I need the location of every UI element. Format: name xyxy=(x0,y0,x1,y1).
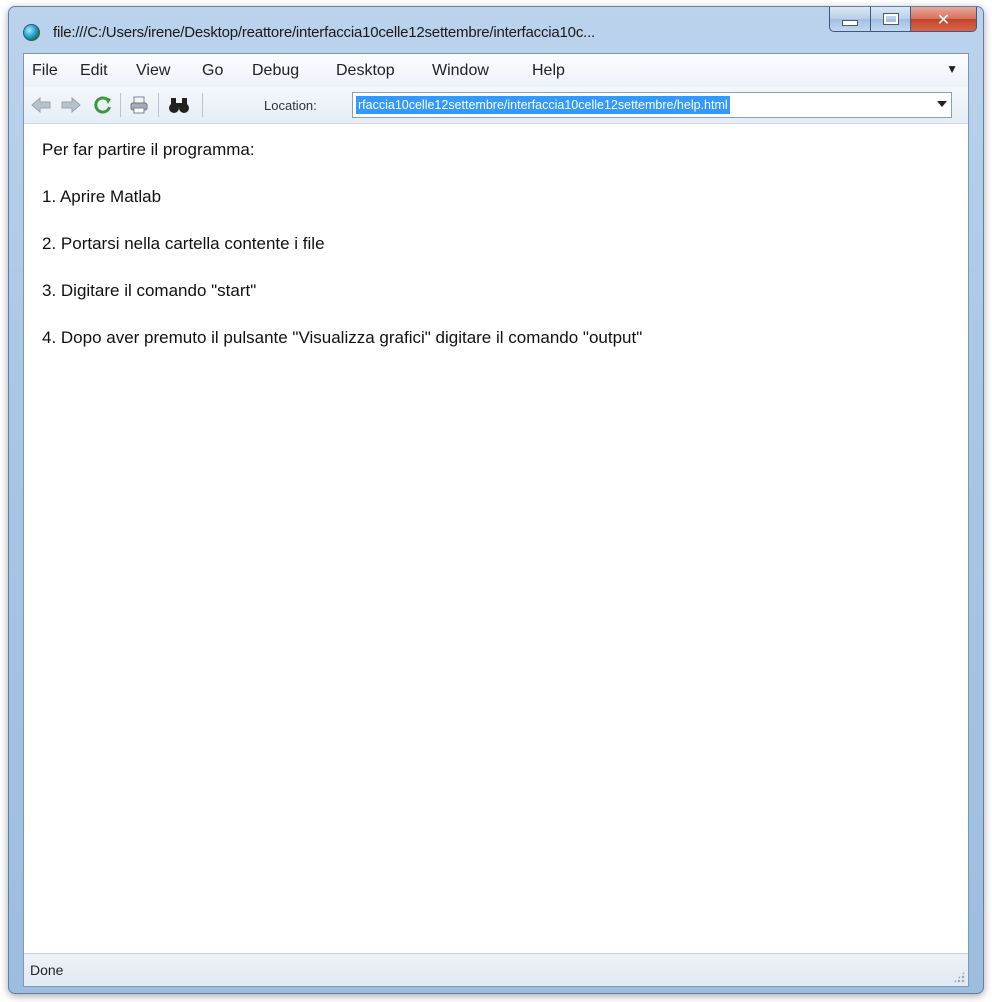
menu-file[interactable]: File xyxy=(32,62,58,80)
forward-arrow-icon xyxy=(61,97,81,113)
close-button[interactable]: ✕ xyxy=(911,7,977,32)
resize-grip-icon[interactable] xyxy=(953,971,965,983)
browser-window: file:///C:/Users/irene/Desktop/reattore/… xyxy=(8,6,984,994)
maximize-icon xyxy=(882,13,899,25)
back-arrow-icon xyxy=(31,97,51,113)
globe-icon xyxy=(23,24,40,41)
maximize-button[interactable] xyxy=(871,7,911,32)
refresh-button[interactable] xyxy=(92,95,114,115)
location-input[interactable]: rfaccia10celle12settembre/interfaccia10c… xyxy=(352,92,952,118)
chevron-down-icon[interactable] xyxy=(937,101,947,107)
menu-view[interactable]: View xyxy=(136,62,170,80)
window-title: file:///C:/Users/irene/Desktop/reattore/… xyxy=(53,24,596,41)
step-1: 1. Aprire Matlab xyxy=(42,187,162,206)
back-button[interactable] xyxy=(30,95,52,115)
title-bar[interactable]: file:///C:/Users/irene/Desktop/reattore/… xyxy=(9,7,983,53)
menu-desktop[interactable]: Desktop xyxy=(336,62,395,80)
menu-go[interactable]: Go xyxy=(202,62,223,80)
print-button[interactable] xyxy=(128,95,150,115)
menu-edit[interactable]: Edit xyxy=(80,62,108,80)
step-4: 4. Dopo aver premuto il pulsante "Visual… xyxy=(42,328,643,347)
client-area: File Edit View Go Debug Desktop Window H… xyxy=(23,53,969,987)
forward-button[interactable] xyxy=(60,95,82,115)
status-text: Done xyxy=(30,962,64,978)
refresh-icon xyxy=(94,96,111,114)
menu-debug[interactable]: Debug xyxy=(252,62,299,80)
help-content: Per far partire il programma: 1. Aprire … xyxy=(24,124,968,954)
location-url[interactable]: rfaccia10celle12settembre/interfaccia10c… xyxy=(356,96,730,114)
print-icon xyxy=(130,96,148,114)
toolbar-separator xyxy=(158,93,159,117)
step-2: 2. Portarsi nella cartella contente i fi… xyxy=(42,234,325,253)
minimize-button[interactable] xyxy=(829,7,871,32)
caption-buttons: ✕ xyxy=(829,7,977,33)
find-button[interactable] xyxy=(168,95,190,115)
minimize-icon xyxy=(842,19,858,26)
menu-window[interactable]: Window xyxy=(432,62,489,80)
toolbar: Location: rfaccia10celle12settembre/inte… xyxy=(24,87,968,124)
step-3: 3. Digitare il comando "start" xyxy=(42,281,257,300)
toolbar-separator xyxy=(120,93,121,117)
menu-bar: File Edit View Go Debug Desktop Window H… xyxy=(24,54,968,88)
status-bar: Done xyxy=(24,953,968,986)
find-binoculars-icon xyxy=(169,98,189,113)
close-icon: ✕ xyxy=(936,9,951,29)
location-label: Location: xyxy=(264,98,317,113)
toolbar-separator xyxy=(202,93,203,117)
menu-overflow-icon[interactable]: ▼ xyxy=(946,62,958,76)
menu-help[interactable]: Help xyxy=(532,62,565,80)
intro-text: Per far partire il programma: xyxy=(42,140,255,159)
